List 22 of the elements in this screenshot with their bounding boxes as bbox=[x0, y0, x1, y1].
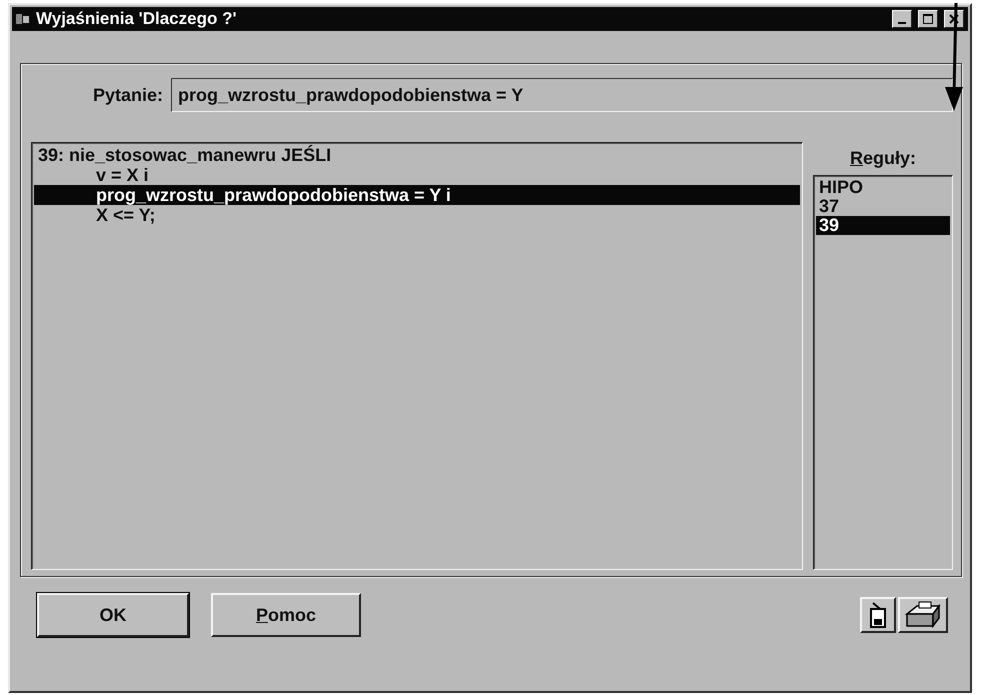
printer-icon[interactable] bbox=[898, 597, 948, 633]
minimize-button[interactable] bbox=[892, 10, 912, 28]
question-field[interactable]: prog_wzrostu_prawdopodobienstwa = Y bbox=[171, 78, 953, 112]
rule-item[interactable]: 37 bbox=[816, 197, 950, 216]
help-button[interactable]: Pomoc bbox=[211, 593, 361, 637]
rule-line[interactable]: X <= Y; bbox=[34, 205, 800, 225]
maximize-icon bbox=[923, 14, 933, 24]
rule-line[interactable]: 39: nie_stosowac_manewru JEŚLI bbox=[34, 145, 800, 165]
minimize-icon bbox=[898, 22, 906, 24]
rule-line[interactable]: v = X i bbox=[34, 165, 800, 185]
window-title: Wyjaśnienia 'Dlaczego ?' bbox=[36, 9, 238, 29]
rules-label: Reguły: bbox=[850, 148, 916, 169]
maximize-button[interactable] bbox=[918, 10, 938, 28]
rule-item[interactable]: 39 bbox=[816, 216, 950, 235]
ok-button[interactable]: OK bbox=[37, 593, 189, 637]
rules-list[interactable]: HIPO 37 39 bbox=[813, 175, 953, 570]
close-icon bbox=[949, 14, 959, 24]
explanation-list[interactable]: 39: nie_stosowac_manewru JEŚLI v = X i prog_wzrostu_prawdopodobienstwa = Y i X <= Y; bbox=[31, 142, 803, 570]
save-icon[interactable] bbox=[860, 597, 896, 633]
app-icon bbox=[16, 13, 30, 25]
question-label: Pytanie: bbox=[93, 84, 164, 106]
rule-item[interactable]: HIPO bbox=[816, 178, 950, 197]
